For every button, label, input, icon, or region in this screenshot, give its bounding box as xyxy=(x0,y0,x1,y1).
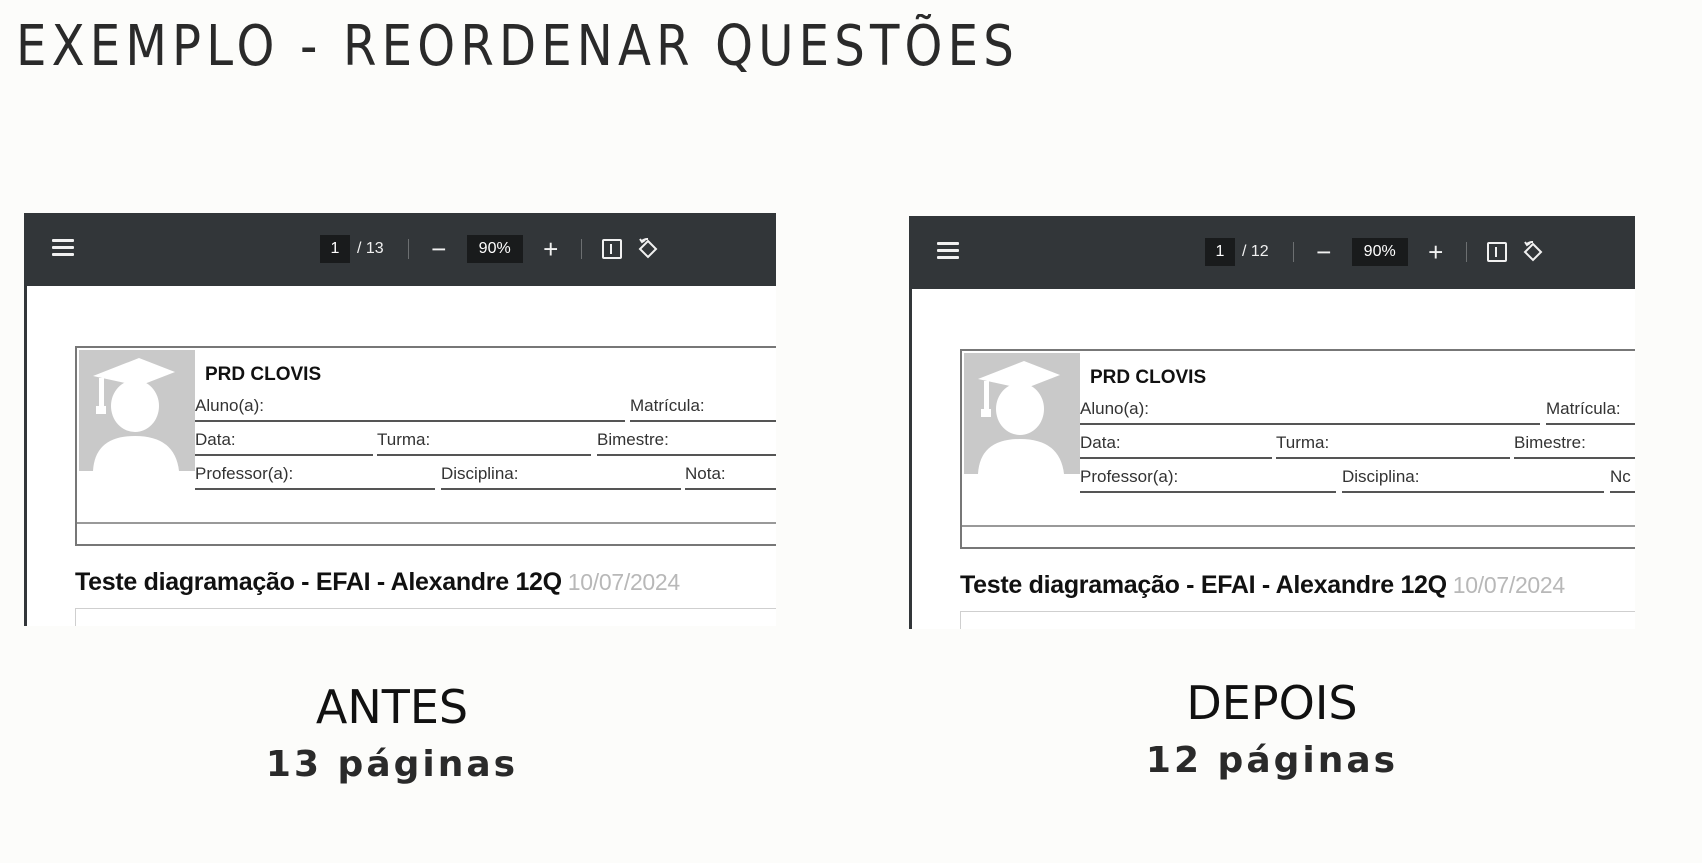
pdf-toolbar: 1 / 12 − 90% + xyxy=(909,216,1635,289)
school-name: PRD CLOVIS xyxy=(1090,367,1207,388)
caption-before: ANTES 13 páginas xyxy=(242,680,542,785)
field-label: Nota: xyxy=(685,464,726,483)
date-field: Data: xyxy=(195,430,373,456)
field-label: Data: xyxy=(1080,433,1121,452)
current-page-input[interactable]: 1 xyxy=(320,235,350,263)
toolbar-controls: 1 / 12 − 90% + xyxy=(1205,237,1545,267)
caption-label: DEPOIS xyxy=(1186,676,1358,730)
bimester-field: Bimestre: xyxy=(597,430,776,456)
field-label: Aluno(a): xyxy=(195,396,264,415)
caption-after: DEPOIS 12 páginas xyxy=(1122,676,1422,781)
total-pages: / 12 xyxy=(1242,243,1269,260)
zoom-in-button[interactable]: + xyxy=(539,235,563,263)
question-box xyxy=(75,608,776,626)
field-label: Disciplina: xyxy=(1342,467,1420,486)
divider xyxy=(1292,242,1294,262)
pdf-viewer-before: 1 / 13 − 90% + PRD CLOVIS Aluno(a): Matr… xyxy=(24,213,776,626)
student-header: PRD CLOVIS Aluno(a): Matrícula: Data: Tu… xyxy=(960,349,1635,549)
page-count: 13 páginas xyxy=(265,744,519,785)
document-title: Teste diagramação - EFAI - Alexandre 12Q… xyxy=(960,571,1565,600)
page-count: 12 páginas xyxy=(1145,740,1399,781)
zoom-in-button[interactable]: + xyxy=(1424,238,1448,266)
student-avatar-icon xyxy=(79,350,195,471)
page-title: EXEMPLO - REORDENAR QUESTÕES xyxy=(16,14,1019,79)
document-page: PRD CLOVIS Aluno(a): Matrícula: Data: Tu… xyxy=(24,286,776,626)
subject-field: Disciplina: xyxy=(441,464,681,490)
field-label: Disciplina: xyxy=(441,464,519,483)
student-name-field: Aluno(a): xyxy=(195,396,625,422)
zoom-out-button[interactable]: − xyxy=(427,235,451,263)
teacher-field: Professor(a): xyxy=(195,464,435,490)
toolbar-controls: 1 / 13 − 90% + xyxy=(320,234,660,264)
zoom-input[interactable]: 90% xyxy=(466,235,523,263)
menu-icon[interactable] xyxy=(52,239,74,257)
field-label: Turma: xyxy=(377,430,431,449)
field-label: Matrícula: xyxy=(1546,399,1621,418)
student-header: PRD CLOVIS Aluno(a): Matrícula: Data: Tu… xyxy=(75,346,776,546)
document-title-text: Teste diagramação - EFAI - Alexandre 12Q xyxy=(75,568,562,596)
student-name-field: Aluno(a): xyxy=(1080,399,1540,425)
caption-label: ANTES xyxy=(315,680,469,734)
divider xyxy=(580,239,582,259)
question-box xyxy=(960,611,1635,629)
divider xyxy=(77,522,776,524)
document-date: 10/07/2024 xyxy=(1452,572,1565,598)
document-title: Teste diagramação - EFAI - Alexandre 12Q… xyxy=(75,568,680,597)
document-title-text: Teste diagramação - EFAI - Alexandre 12Q xyxy=(960,571,1447,599)
class-field: Turma: xyxy=(1276,433,1510,459)
zoom-input[interactable]: 90% xyxy=(1351,238,1408,266)
registration-field: Matrícula: xyxy=(1546,399,1635,425)
divider xyxy=(1465,242,1467,262)
pdf-toolbar: 1 / 13 − 90% + xyxy=(24,213,776,286)
rotate-icon[interactable] xyxy=(636,237,660,261)
current-page-input[interactable]: 1 xyxy=(1205,238,1235,266)
field-label: Professor(a): xyxy=(195,464,294,483)
rotate-icon[interactable] xyxy=(1521,240,1545,264)
document-date: 10/07/2024 xyxy=(567,569,680,595)
divider xyxy=(407,239,409,259)
school-name: PRD CLOVIS xyxy=(205,364,322,385)
teacher-field: Professor(a): xyxy=(1080,467,1336,493)
class-field: Turma: xyxy=(377,430,591,456)
grade-field: Nota: xyxy=(685,464,776,490)
bimester-field: Bimestre: xyxy=(1514,433,1635,459)
field-label: Professor(a): xyxy=(1080,467,1179,486)
pdf-viewer-after: 1 / 12 − 90% + PRD CLOVIS Aluno(a): Matr… xyxy=(909,216,1635,629)
date-field: Data: xyxy=(1080,433,1272,459)
fit-page-icon[interactable] xyxy=(601,239,622,259)
subject-field: Disciplina: xyxy=(1342,467,1604,493)
grade-field: Nc xyxy=(1610,467,1635,493)
field-label: Matrícula: xyxy=(630,396,705,415)
registration-field: Matrícula: xyxy=(630,396,776,422)
divider xyxy=(962,525,1635,527)
field-label: Data: xyxy=(195,430,236,449)
menu-icon[interactable] xyxy=(937,242,959,260)
field-label: Aluno(a): xyxy=(1080,399,1149,418)
student-avatar-icon xyxy=(964,353,1080,474)
zoom-out-button[interactable]: − xyxy=(1312,238,1336,266)
fit-page-icon[interactable] xyxy=(1486,242,1507,262)
total-pages: / 13 xyxy=(357,240,384,257)
document-page: PRD CLOVIS Aluno(a): Matrícula: Data: Tu… xyxy=(909,289,1635,629)
field-label: Bimestre: xyxy=(597,430,669,449)
field-label: Turma: xyxy=(1276,433,1330,452)
field-label: Bimestre: xyxy=(1514,433,1586,452)
field-label: Nc xyxy=(1610,467,1631,486)
